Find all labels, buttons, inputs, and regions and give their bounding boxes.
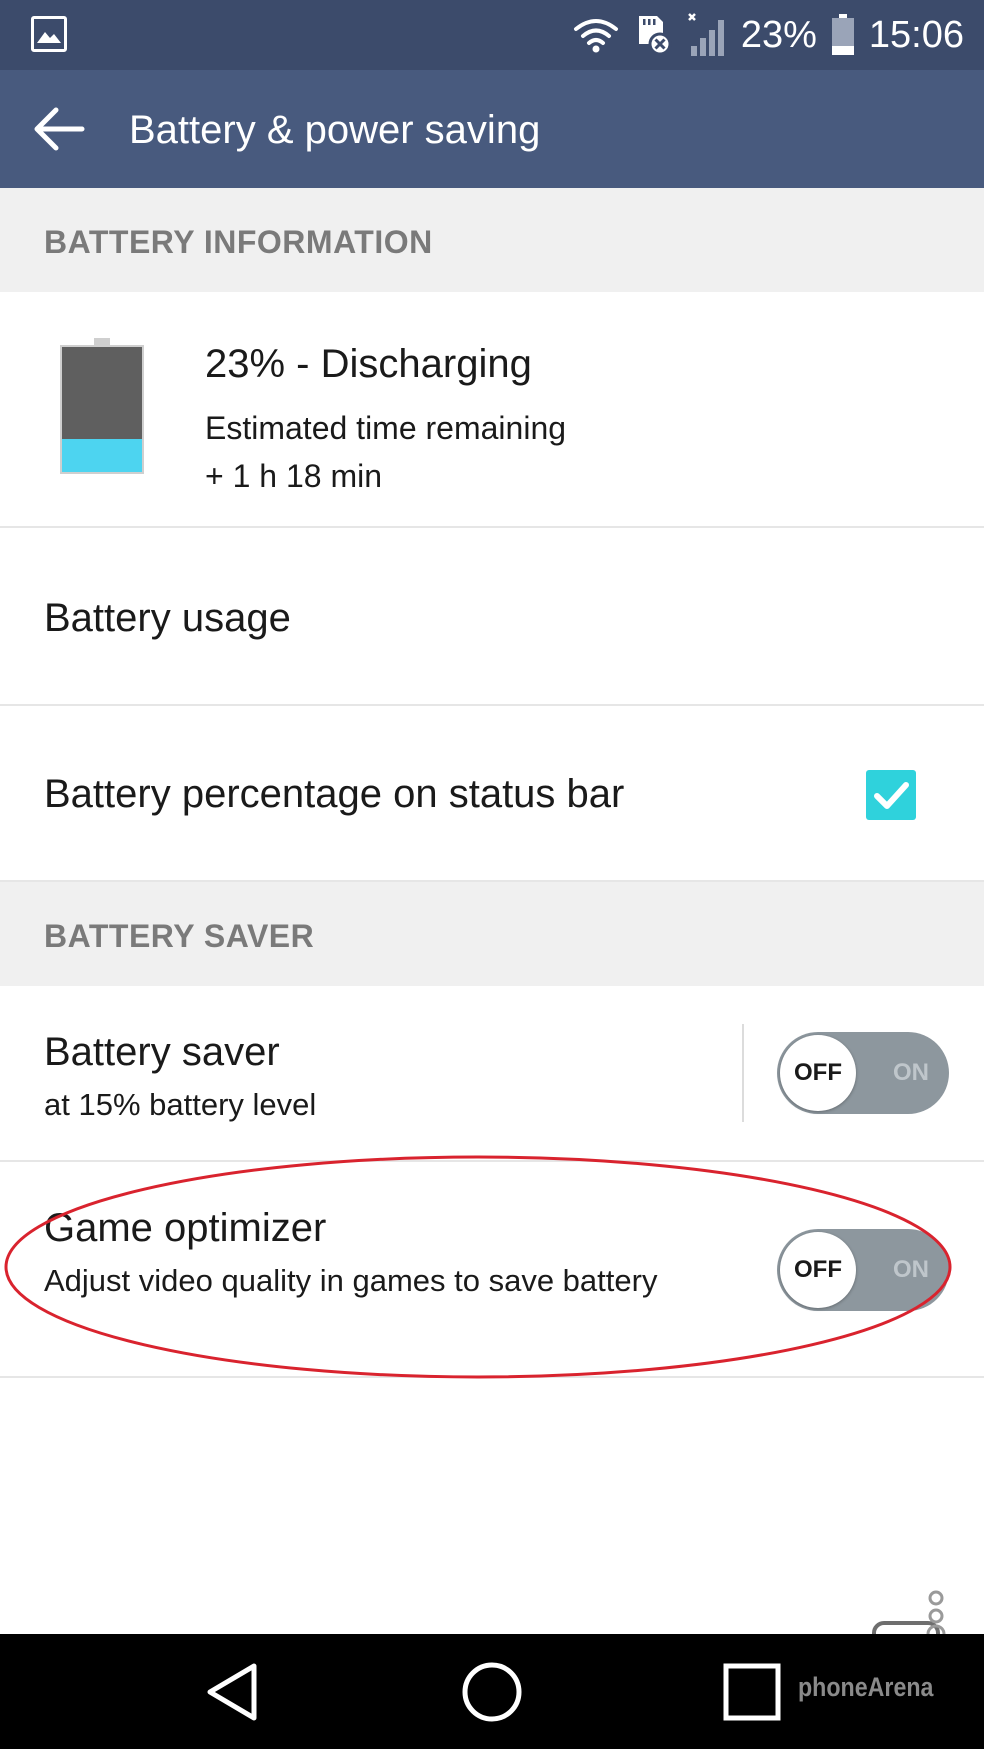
battery-saver-item[interactable]: Battery saver at 15% battery level OFF O…: [0, 986, 984, 1162]
battery-usage-label: Battery usage: [44, 596, 291, 640]
nav-home-button[interactable]: [452, 1656, 532, 1728]
estimate-value: + 1 h 18 min: [205, 458, 382, 494]
signal-icon: [687, 13, 724, 56]
battery-percentage-checkbox[interactable]: [866, 770, 916, 820]
battery-status-text: 23% - Discharging: [205, 342, 532, 386]
game-optimizer-title: Game optimizer: [44, 1206, 327, 1250]
back-triangle-icon: [207, 1663, 257, 1721]
battery-saver-subtitle: at 15% battery level: [44, 1087, 317, 1122]
nav-back-button[interactable]: [192, 1656, 272, 1728]
home-circle-icon: [462, 1662, 522, 1722]
battery-percentage-item[interactable]: Battery percentage on status bar: [0, 706, 984, 882]
divider: [742, 1024, 744, 1122]
toggle-off-label: OFF: [780, 1035, 856, 1111]
wifi-icon: [573, 19, 618, 53]
battery-icon: [831, 14, 854, 55]
game-optimizer-item[interactable]: Game optimizer Adjust video quality in g…: [0, 1162, 984, 1378]
section-header-battery-saver: BATTERY SAVER: [0, 882, 984, 986]
battery-saver-toggle[interactable]: OFF ON: [777, 1032, 949, 1114]
status-battery-percent: 23%: [740, 13, 817, 56]
battery-saver-title: Battery saver: [44, 1030, 280, 1074]
section-header-battery-information: BATTERY INFORMATION: [0, 188, 984, 292]
check-icon: [874, 782, 909, 809]
status-bar: 23% 15:06: [0, 0, 984, 70]
recents-square-icon: [723, 1663, 781, 1721]
app-bar: Battery & power saving: [0, 70, 984, 188]
game-optimizer-toggle[interactable]: OFF ON: [777, 1229, 949, 1311]
page-title: Battery & power saving: [129, 108, 541, 152]
status-time: 15:06: [868, 13, 964, 56]
battery-status-row[interactable]: 23% - Discharging Estimated time remaini…: [0, 292, 984, 528]
section-header-label: BATTERY INFORMATION: [44, 224, 433, 260]
toggle-on-label: ON: [893, 1256, 929, 1283]
arrow-left-icon: [34, 107, 85, 151]
watermark-text: phoneArena: [798, 1672, 934, 1702]
toggle-on-label: ON: [893, 1059, 929, 1086]
status-icons: 23% 15:06: [573, 0, 964, 70]
game-optimizer-subtitle: Adjust video quality in games to save ba…: [44, 1263, 658, 1298]
estimate-label: Estimated time remaining: [205, 410, 567, 446]
section-header-label: BATTERY SAVER: [44, 918, 315, 954]
back-button[interactable]: [30, 104, 90, 154]
battery-percentage-label: Battery percentage on status bar: [44, 772, 625, 816]
toggle-off-label: OFF: [780, 1232, 856, 1308]
nav-recents-button[interactable]: [712, 1656, 792, 1728]
battery-usage-item[interactable]: Battery usage: [0, 528, 984, 706]
gallery-icon: [31, 16, 67, 52]
battery-level-icon: [60, 338, 144, 474]
sd-card-icon: [638, 16, 672, 56]
